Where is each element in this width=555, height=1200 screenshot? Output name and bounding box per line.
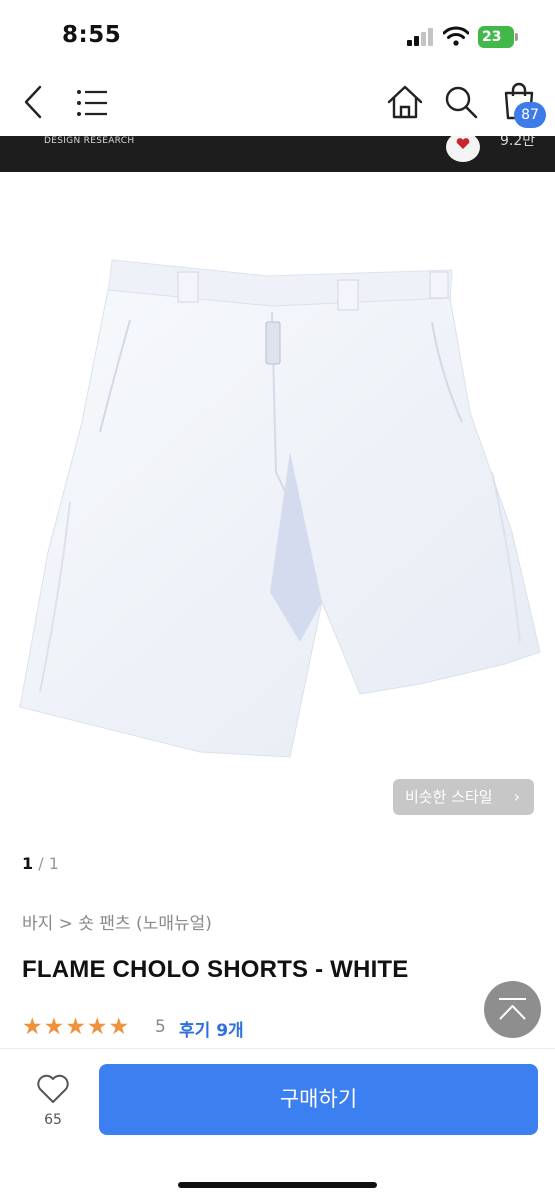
heart-icon[interactable]: [36, 1074, 70, 1104]
status-time: 8:55: [62, 22, 122, 48]
brand-like-count: 9.2만: [500, 136, 536, 149]
similar-style-button[interactable]: 비슷한 스타일 ›: [393, 779, 534, 815]
product-title: FLAME CHOLO SHORTS - WHITE: [22, 956, 409, 983]
similar-style-label: 비슷한 스타일: [405, 788, 493, 806]
battery-tip: [515, 33, 518, 41]
white-shorts-illustration: [19, 259, 541, 758]
heart-icon: [456, 138, 470, 149]
brand-strip[interactable]: DESIGN RESEARCH 9.2만: [0, 136, 555, 172]
buy-button[interactable]: 구매하기: [99, 1064, 538, 1135]
pager-total: 1: [48, 854, 59, 873]
category-breadcrumb[interactable]: 바지 > 숏 팬츠 (노매뉴얼): [22, 909, 212, 934]
chevron-right-icon: ›: [513, 787, 520, 806]
back-icon[interactable]: [18, 84, 48, 120]
pager-current: 1: [22, 854, 34, 873]
menu-icon[interactable]: [76, 88, 110, 118]
pager-separator: /: [33, 854, 49, 873]
like-count: 65: [44, 1112, 62, 1128]
top-navigation: [0, 70, 555, 136]
review-count-link[interactable]: 후기 9개: [179, 1016, 244, 1041]
cellular-signal-icon: [407, 28, 435, 46]
battery-level: 23: [478, 26, 514, 48]
arrow-up-icon: [499, 998, 526, 1020]
rating-score: 5: [155, 1017, 166, 1037]
brand-subtitle: DESIGN RESEARCH: [44, 136, 135, 146]
battery-charging-icon: 23: [478, 26, 518, 48]
cart-count-badge[interactable]: 87: [514, 102, 546, 128]
status-bar: 8:55 23: [0, 0, 555, 70]
image-pager: 1 / 1: [22, 854, 59, 873]
search-icon[interactable]: [443, 84, 479, 120]
star-rating-icons: ★★★★★: [22, 1014, 131, 1040]
home-indicator[interactable]: [178, 1182, 377, 1188]
wifi-icon: [443, 26, 469, 46]
product-image[interactable]: [0, 172, 555, 837]
home-icon[interactable]: [386, 84, 424, 120]
scroll-to-top-button[interactable]: [484, 981, 541, 1038]
